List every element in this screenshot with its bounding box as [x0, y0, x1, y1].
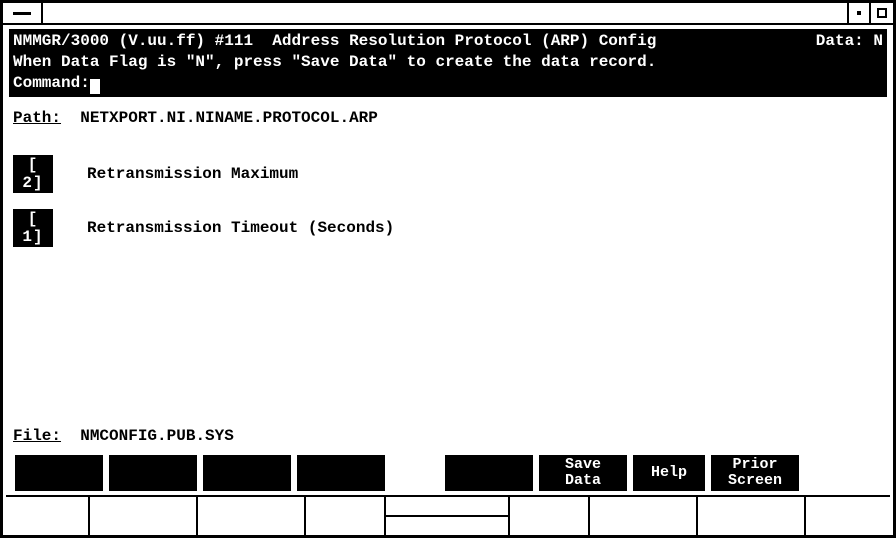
softkey-f3[interactable]: [203, 455, 291, 491]
softkey-f1[interactable]: [15, 455, 103, 491]
softkey-f2[interactable]: [109, 455, 197, 491]
app-window: NMMGR/3000 (V.uu.ff) #111 Address Resolu…: [0, 0, 896, 538]
field-row: [ 2] Retransmission Maximum: [13, 155, 883, 193]
softkey-row: SaveData Help PriorScreen: [9, 455, 887, 491]
maximize-button[interactable]: [869, 3, 893, 23]
screen-title: Address Resolution Protocol (ARP) Config: [272, 32, 656, 50]
titlebar: [3, 3, 893, 25]
retrans-timeout-input[interactable]: [ 1]: [13, 209, 53, 247]
header-block: NMMGR/3000 (V.uu.ff) #111 Address Resolu…: [9, 29, 887, 97]
softkey-f5[interactable]: [445, 455, 533, 491]
cursor-icon: [90, 79, 100, 94]
path-row: Path: NETXPORT.NI.NINAME.PROTOCOL.ARP: [9, 109, 887, 127]
softkey-save-data[interactable]: SaveData: [539, 455, 627, 491]
retrans-max-label: Retransmission Maximum: [87, 165, 298, 183]
app-name: NMMGR/3000 (V.uu.ff) #111: [13, 32, 253, 50]
softkey-f4[interactable]: [297, 455, 385, 491]
status-bar: [6, 495, 890, 535]
path-value: NETXPORT.NI.NINAME.PROTOCOL.ARP: [80, 109, 378, 127]
file-row: File: NMCONFIG.PUB.SYS: [9, 427, 887, 445]
header-hint: When Data Flag is "N", press "Save Data"…: [13, 52, 883, 73]
data-flag: Data: N: [816, 31, 883, 52]
file-value: NMCONFIG.PUB.SYS: [80, 427, 234, 445]
softkey-help[interactable]: Help: [633, 455, 705, 491]
system-menu-button[interactable]: [3, 3, 43, 23]
field-row: [ 1] Retransmission Timeout (Seconds): [13, 209, 883, 247]
softkey-prior-screen[interactable]: PriorScreen: [711, 455, 799, 491]
retrans-timeout-label: Retransmission Timeout (Seconds): [87, 219, 394, 237]
file-label: File:: [13, 427, 61, 445]
path-label: Path:: [13, 109, 61, 127]
command-row[interactable]: Command:: [13, 73, 883, 94]
retrans-max-input[interactable]: [ 2]: [13, 155, 53, 193]
minimize-button[interactable]: [847, 3, 869, 23]
